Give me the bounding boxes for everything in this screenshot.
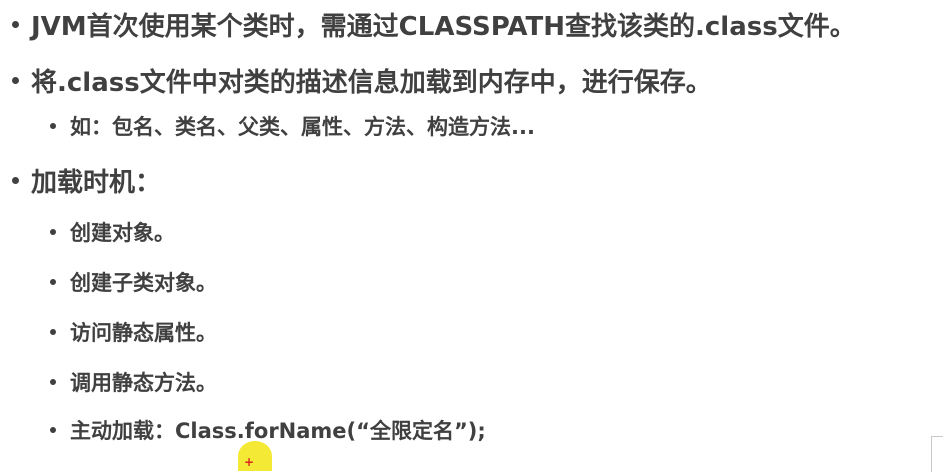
bullet-text: 如：包名、类名、父类、属性、方法、构造方法...	[70, 115, 535, 139]
bullet-text: 调用静态方法。	[70, 371, 217, 395]
sub-bullet-item-create-object: 创建对象。	[50, 214, 175, 250]
bullet-text: 加载时机：	[31, 167, 162, 198]
bullet-text: JVM首次使用某个类时，需通过CLASSPATH查找该类的.class文件。	[31, 11, 856, 42]
slide-edge-corner	[931, 436, 943, 472]
bullet-dot-icon	[50, 427, 56, 433]
bullet-dot-icon	[50, 279, 56, 285]
sub-bullet-item-call-static-method: 调用静态方法。	[50, 364, 217, 400]
bullet-dot-icon	[50, 329, 56, 335]
sub-bullet-item-access-static-field: 访问静态属性。	[50, 314, 217, 350]
bullet-text: 主动加载：Class.forName(“全限定名”);	[70, 419, 486, 443]
bullet-dot-icon	[12, 20, 19, 28]
bullet-text: 访问静态属性。	[70, 321, 217, 345]
sub-bullet-item-create-subclass-object: 创建子类对象。	[50, 264, 217, 300]
pointer-mark: +	[244, 455, 255, 469]
sub-bullet-item-active-loading: 主动加载：Class.forName(“全限定名”);	[50, 412, 486, 448]
bullet-dot-icon	[12, 176, 19, 184]
bullet-text: 将.class文件中对类的描述信息加载到内存中，进行保存。	[31, 67, 712, 98]
bullet-text: 创建对象。	[70, 221, 175, 245]
bullet-item-load-timing: 加载时机：	[8, 158, 161, 202]
bullet-item-jvm-classpath: JVM首次使用某个类时，需通过CLASSPATH查找该类的.class文件。	[8, 2, 856, 46]
sub-bullet-item-examples: 如：包名、类名、父类、属性、方法、构造方法...	[50, 108, 535, 144]
bullet-dot-icon	[50, 229, 56, 235]
bullet-text: 创建子类对象。	[70, 271, 217, 295]
bullet-dot-icon	[50, 123, 56, 129]
bullet-dot-icon	[50, 379, 56, 385]
bullet-item-load-to-memory: 将.class文件中对类的描述信息加载到内存中，进行保存。	[8, 58, 712, 102]
slide: JVM首次使用某个类时，需通过CLASSPATH查找该类的.class文件。 将…	[0, 0, 943, 471]
bullet-dot-icon	[12, 76, 19, 84]
